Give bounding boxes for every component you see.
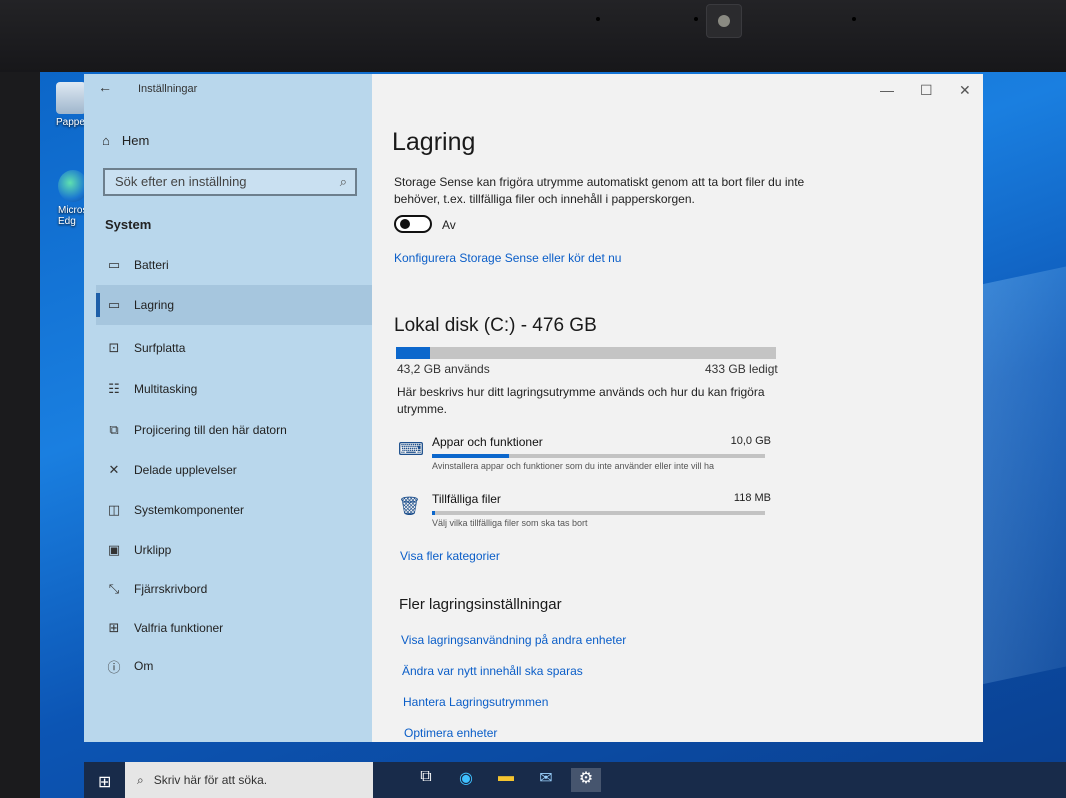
projecting-icon: ⧉ — [109, 422, 119, 437]
sidebar: ← Inställningar ⌂ Hem Sök efter en instä… — [84, 74, 372, 742]
battery-icon: ▭ — [107, 257, 121, 272]
disk-usage-bar — [396, 347, 776, 359]
sidebar-item-remote-desktop[interactable]: ⤡ Fjärrskrivbord — [96, 569, 372, 609]
sidebar-home[interactable]: ⌂ Hem — [102, 133, 149, 148]
system-components-icon: ◫ — [107, 502, 121, 517]
sidebar-item-shared-experiences[interactable]: ✕ Delade upplevelser — [96, 450, 372, 490]
sidebar-item-label: Lagring — [134, 298, 175, 312]
sidebar-item-storage[interactable]: ▭ Lagring — [96, 285, 372, 325]
category-size: 10,0 GB — [730, 435, 771, 447]
webcam — [706, 4, 742, 38]
sensor-dot — [694, 17, 698, 21]
sidebar-item-projecting[interactable]: ⧉ Projicering till den här datorn — [96, 410, 372, 450]
disk-usage-fill — [396, 347, 431, 359]
sidebar-item-tablet[interactable]: ⊡ Surfplatta — [96, 328, 372, 368]
window-title: Inställningar — [138, 83, 198, 95]
sidebar-item-label: Valfria funktioner — [134, 621, 224, 635]
disk-used-label: 43,2 GB används — [397, 362, 490, 376]
category-description: Avinstallera appar och funktioner som du… — [432, 461, 714, 471]
info-icon: ⓘ — [107, 659, 121, 675]
main-content: — ☐ ✕ Lagring Storage Sense kan frigöra … — [372, 74, 983, 742]
clipboard-icon: ▣ — [107, 542, 121, 557]
disk-description: Här beskrivs hur ditt lagringsutrymme an… — [397, 385, 765, 416]
maximize-button[interactable]: ☐ — [920, 82, 933, 99]
category-name: Appar och funktioner — [432, 435, 543, 449]
laptop-bezel — [0, 0, 1066, 72]
search-icon: ⌕ — [137, 772, 144, 787]
category-apps[interactable]: ⌨ Appar och funktioner 10,0 GB Avinstall… — [396, 435, 771, 481]
sidebar-item-label: Urklipp — [134, 543, 172, 557]
remote-desktop-icon: ⤡ — [108, 581, 120, 596]
sidebar-item-label: Fjärrskrivbord — [134, 582, 208, 596]
more-settings-link[interactable]: Optimera enheter — [404, 726, 497, 740]
multitasking-icon: ☷ — [108, 381, 120, 396]
category-size: 118 MB — [733, 492, 771, 504]
shared-experiences-icon: ✕ — [108, 462, 120, 477]
page-title: Lagring — [392, 128, 476, 156]
configure-storage-sense-link[interactable]: Konfigurera Storage Sense eller kör det … — [394, 251, 621, 265]
category-usage-fill — [432, 511, 436, 515]
close-button[interactable]: ✕ — [959, 82, 971, 99]
sidebar-item-system-components[interactable]: ◫ Systemkomponenter — [96, 490, 372, 530]
windows-start-icon[interactable]: ⊞ — [98, 772, 111, 792]
sidebar-item-label: Batteri — [134, 258, 169, 272]
taskbar: ⊞ ⌕ Skriv här för att söka. ⧉ ◉ ▬ ✉ ⚙ — [84, 762, 1066, 798]
sidebar-item-multitasking[interactable]: ☷ Multitasking — [96, 369, 372, 409]
category-usage-fill — [432, 454, 509, 458]
sidebar-item-label: Delade upplevelser — [134, 463, 237, 477]
settings-gear-icon[interactable]: ⚙ — [571, 768, 601, 792]
sidebar-item-clipboard[interactable]: ▣ Urklipp — [96, 530, 372, 570]
trash-icon: 🗑 — [398, 496, 421, 516]
sidebar-item-label: Projicering till den här datorn — [134, 423, 287, 437]
storage-icon: ▭ — [107, 297, 121, 312]
category-description: Välj vilka tillfälliga filer som ska tas… — [432, 518, 588, 528]
home-icon: ⌂ — [102, 133, 110, 148]
minimize-button[interactable]: — — [880, 82, 894, 98]
sidebar-item-about[interactable]: ⓘ Om — [96, 646, 372, 686]
search-input[interactable]: Sök efter en inställning ⌕ — [103, 168, 357, 196]
settings-window: ← Inställningar ⌂ Hem Sök efter en instä… — [84, 74, 983, 742]
taskbar-search[interactable]: ⌕ Skriv här för att söka. — [125, 762, 373, 798]
apps-icon: ⌨ — [398, 439, 424, 459]
more-storage-settings-title: Fler lagringsinställningar — [399, 596, 562, 613]
category-usage-bar — [432, 511, 765, 515]
sidebar-item-optional-features[interactable]: ⊞ Valfria funktioner — [96, 608, 372, 648]
sidebar-item-label: Om — [134, 659, 154, 673]
search-icon[interactable]: ⌕ — [340, 174, 347, 190]
category-usage-bar — [432, 454, 765, 458]
show-more-categories-link[interactable]: Visa fler kategorier — [400, 549, 500, 563]
back-arrow-icon[interactable]: ← — [98, 79, 112, 95]
more-settings-link[interactable]: Ändra var nytt innehåll ska sparas — [402, 664, 583, 678]
sensor-dot — [852, 17, 856, 21]
sidebar-item-battery[interactable]: ▭ Batteri — [96, 245, 372, 285]
task-view-icon[interactable]: ⧉ — [411, 768, 441, 792]
disk-title: Lokal disk (C:) - 476 GB — [394, 315, 597, 336]
sidebar-section-label: System — [105, 217, 152, 232]
storage-sense-description: Storage Sense kan frigöra utrymme automa… — [394, 175, 805, 206]
taskbar-search-placeholder: Skriv här för att söka. — [153, 773, 268, 787]
category-name: Tillfälliga filer — [432, 492, 501, 506]
disk-free-label: 433 GB ledigt — [705, 362, 778, 376]
edge-icon[interactable]: ◉ — [451, 768, 481, 792]
optional-features-icon: ⊞ — [108, 620, 120, 635]
storage-sense-toggle[interactable] — [394, 215, 432, 233]
sidebar-item-label: Surfplatta — [134, 341, 186, 355]
file-explorer-icon[interactable]: ▬ — [491, 768, 521, 792]
home-label: Hem — [121, 133, 150, 148]
toggle-state-label: Av — [442, 218, 456, 232]
more-settings-link[interactable]: Visa lagringsanvändning på andra enheter — [401, 633, 626, 647]
search-placeholder: Sök efter en inställning — [115, 174, 247, 189]
recycle-bin-icon — [56, 82, 86, 114]
mail-icon[interactable]: ✉ — [531, 768, 561, 792]
category-temp-files[interactable]: 🗑 Tillfälliga filer 118 MB Välj vilka ti… — [396, 492, 771, 538]
tablet-icon: ⊡ — [108, 340, 120, 355]
more-settings-link[interactable]: Hantera Lagringsutrymmen — [403, 695, 548, 709]
sidebar-item-label: Multitasking — [134, 382, 198, 396]
sensor-dot — [596, 17, 600, 21]
sidebar-item-label: Systemkomponenter — [134, 503, 245, 517]
